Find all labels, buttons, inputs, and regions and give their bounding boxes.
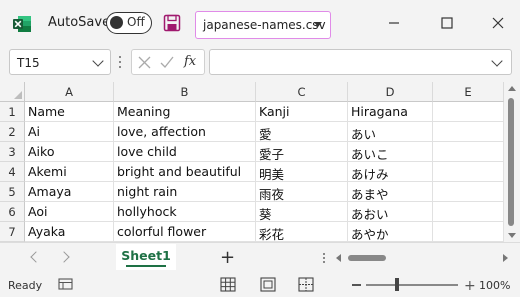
cell[interactable] xyxy=(433,222,504,242)
cell[interactable]: hollyhock xyxy=(114,202,256,222)
expand-formula-bar-icon[interactable] xyxy=(491,55,503,67)
horizontal-scroll-thumb[interactable] xyxy=(348,255,386,261)
zoom-in-icon[interactable]: + xyxy=(464,278,476,294)
sheet-tabs-bar: Sheet1 + xyxy=(0,242,520,272)
column-header[interactable]: A xyxy=(25,82,114,102)
column-header[interactable]: D xyxy=(348,82,433,102)
cell[interactable]: love child xyxy=(114,142,256,162)
chevron-down-icon xyxy=(314,22,322,27)
normal-view-icon[interactable] xyxy=(220,277,236,292)
more-options-icon[interactable] xyxy=(118,55,122,69)
cell[interactable]: 愛 xyxy=(256,122,348,142)
cancel-icon[interactable] xyxy=(138,56,151,69)
prev-sheet-icon[interactable] xyxy=(30,251,42,263)
title-bar: AutoSave Off japanese-names.csv xyxy=(0,0,520,46)
cell[interactable] xyxy=(433,182,504,202)
cell[interactable] xyxy=(433,162,504,182)
column-header[interactable]: C xyxy=(256,82,348,102)
enter-check-icon[interactable] xyxy=(160,56,174,69)
spreadsheet-grid[interactable]: A B C D E 1 Name Meaning Kanji Hiragana 2 Ai love, a… xyxy=(0,82,520,242)
insert-function-button[interactable]: fx xyxy=(184,54,196,69)
column-header[interactable]: E xyxy=(433,82,504,102)
name-box[interactable]: T15 xyxy=(9,49,111,75)
chevron-down-icon xyxy=(92,55,104,67)
cell[interactable]: Akemi xyxy=(25,162,114,182)
zoom-out-icon[interactable] xyxy=(352,284,361,286)
filename: japanese-names.csv xyxy=(203,18,326,32)
next-sheet-icon[interactable] xyxy=(58,251,70,263)
row-header[interactable]: 4 xyxy=(0,162,25,182)
cell[interactable]: night rain xyxy=(114,182,256,202)
zoom-level[interactable]: 100% xyxy=(479,279,510,292)
formula-bar: T15 fx xyxy=(0,46,520,80)
scroll-down-icon[interactable] xyxy=(508,233,516,238)
column-header[interactable]: B xyxy=(114,82,256,102)
cell[interactable]: 葵 xyxy=(256,202,348,222)
scroll-left-icon[interactable] xyxy=(336,254,341,262)
cell[interactable]: Aiko xyxy=(25,142,114,162)
cell[interactable]: 雨夜 xyxy=(256,182,348,202)
cell[interactable] xyxy=(433,102,504,122)
cell[interactable]: Aoi xyxy=(25,202,114,222)
row-header[interactable]: 7 xyxy=(0,222,25,242)
minimize-icon[interactable] xyxy=(383,12,405,34)
cell[interactable]: Ai xyxy=(25,122,114,142)
scroll-up-icon[interactable] xyxy=(508,86,516,91)
maximize-icon[interactable] xyxy=(436,12,458,34)
cell[interactable]: あけみ xyxy=(348,162,433,182)
accessibility-icon[interactable] xyxy=(58,278,74,291)
scroll-right-icon[interactable] xyxy=(503,254,508,262)
row-header[interactable]: 3 xyxy=(0,142,25,162)
cell[interactable]: Meaning xyxy=(114,102,256,122)
excel-logo-icon xyxy=(13,16,31,32)
row-header[interactable]: 2 xyxy=(0,122,25,142)
cell[interactable]: あやか xyxy=(348,222,433,242)
cell[interactable]: bright and beautiful xyxy=(114,162,256,182)
cell[interactable] xyxy=(433,122,504,142)
cell[interactable]: Name xyxy=(25,102,114,122)
cell[interactable]: 愛子 xyxy=(256,142,348,162)
active-tab-indicator xyxy=(126,265,166,267)
formula-input[interactable] xyxy=(209,49,512,75)
status-ready: Ready xyxy=(8,279,43,292)
zoom-slider[interactable] xyxy=(366,284,458,286)
sheet-tab-label: Sheet1 xyxy=(121,248,171,263)
cell[interactable]: 明美 xyxy=(256,162,348,182)
toggle-knob xyxy=(110,16,123,29)
formula-buttons: fx xyxy=(131,49,205,75)
row-header[interactable]: 1 xyxy=(0,102,25,122)
cell[interactable] xyxy=(433,142,504,162)
page-break-view-icon[interactable] xyxy=(298,277,314,292)
cell[interactable]: Amaya xyxy=(25,182,114,202)
save-icon[interactable] xyxy=(163,14,181,32)
row-header[interactable]: 5 xyxy=(0,182,25,202)
autosave-label: AutoSave xyxy=(48,15,111,30)
page-layout-view-icon[interactable] xyxy=(260,277,276,292)
cell[interactable]: Ayaka xyxy=(25,222,114,242)
cell[interactable]: あまや xyxy=(348,182,433,202)
autosave-state: Off xyxy=(127,15,145,29)
row-header[interactable]: 6 xyxy=(0,202,25,222)
sheet-tab-sheet1[interactable]: Sheet1 xyxy=(116,244,176,270)
filename-dropdown[interactable]: japanese-names.csv xyxy=(195,11,331,39)
vertical-scrollbar[interactable] xyxy=(504,82,520,242)
cell[interactable]: 彩花 xyxy=(256,222,348,242)
cell[interactable] xyxy=(433,202,504,222)
name-box-value: T15 xyxy=(17,56,40,70)
cell[interactable]: あおい xyxy=(348,202,433,222)
cell[interactable]: Hiragana xyxy=(348,102,433,122)
cell[interactable]: あい xyxy=(348,122,433,142)
select-all-corner[interactable] xyxy=(0,82,25,102)
add-sheet-icon[interactable]: + xyxy=(220,247,235,268)
autosave-toggle[interactable]: Off xyxy=(106,12,152,34)
cell[interactable]: love, affection xyxy=(114,122,256,142)
close-icon[interactable] xyxy=(487,12,509,34)
zoom-slider-thumb[interactable] xyxy=(395,278,399,291)
cell[interactable]: Kanji xyxy=(256,102,348,122)
more-options-icon[interactable] xyxy=(322,252,326,264)
vertical-scroll-thumb[interactable] xyxy=(508,98,514,226)
status-bar: Ready + 100% xyxy=(0,272,520,297)
cell[interactable]: colorful flower xyxy=(114,222,256,242)
cell[interactable]: あいこ xyxy=(348,142,433,162)
